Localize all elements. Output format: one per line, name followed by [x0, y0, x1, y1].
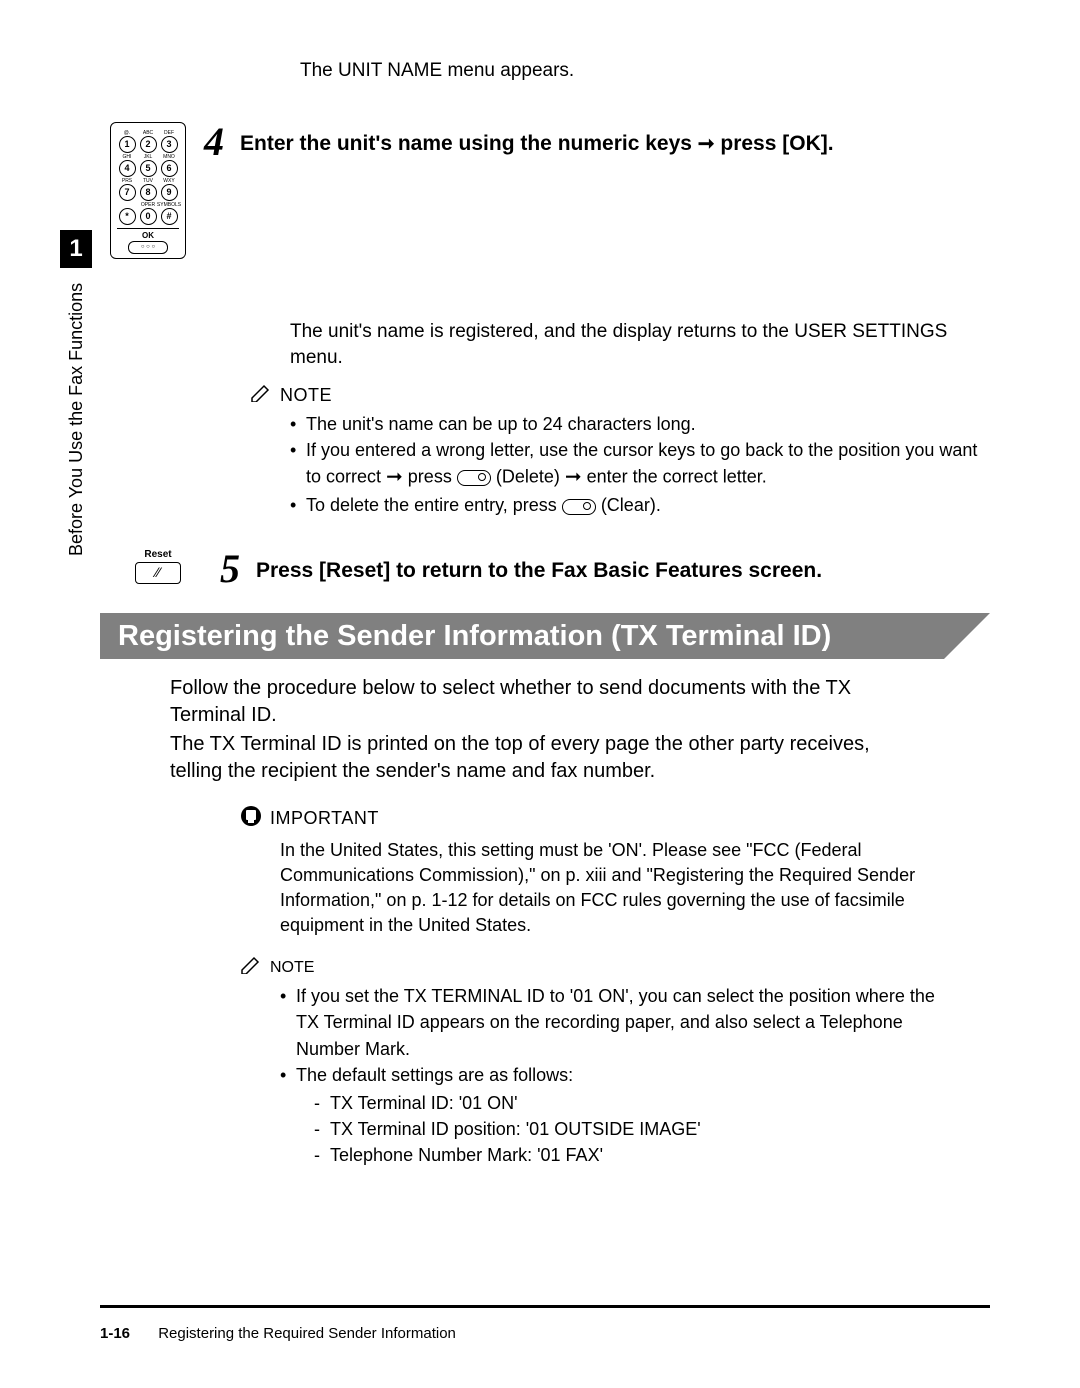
section-heading: Registering the Sender Information (TX T…	[100, 613, 990, 659]
delete-key-icon	[457, 470, 491, 486]
note-1-list: The unit's name can be up to 24 characte…	[290, 411, 990, 518]
note-item: If you set the TX TERMINAL ID to '01 ON'…	[280, 983, 940, 1061]
side-tab: 1 Before You Use the Fax Functions	[60, 230, 88, 570]
chapter-label: Before You Use the Fax Functions	[60, 276, 92, 556]
page-number: 1-16	[100, 1325, 130, 1342]
sub-item: TX Terminal ID position: '01 OUTSIDE IMA…	[314, 1116, 940, 1142]
step-5: Reset ⁄⁄ 5 Press [Reset] to return to th…	[130, 549, 990, 589]
reset-illustration: Reset ⁄⁄	[130, 549, 186, 584]
important-body: In the United States, this setting must …	[280, 838, 940, 939]
arrow-icon: ➞	[386, 463, 403, 492]
step-4: @.1 ABC2 DEF3 GHI4 JKL5 MNO6 PRS7 TUV8 W…	[110, 122, 990, 259]
step-4-result: The unit's name is registered, and the d…	[290, 319, 990, 370]
reset-label: Reset	[130, 549, 186, 560]
note-item: To delete the entire entry, press (Clear…	[290, 492, 990, 518]
note-item: If you entered a wrong letter, use the c…	[290, 437, 990, 492]
note-item: The default settings are as follows: TX …	[280, 1062, 940, 1168]
note-label: NOTE	[280, 385, 332, 406]
sub-item: Telephone Number Mark: '01 FAX'	[314, 1142, 940, 1168]
section-paragraph-1: Follow the procedure below to select whe…	[170, 675, 920, 729]
step-5-number: 5	[220, 549, 240, 589]
pencil-icon	[240, 956, 262, 979]
note-1-header: NOTE	[250, 384, 990, 407]
keypad-illustration: @.1 ABC2 DEF3 GHI4 JKL5 MNO6 PRS7 TUV8 W…	[110, 122, 186, 259]
ok-label: OK	[117, 228, 179, 240]
page-footer: 1-16 Registering the Required Sender Inf…	[100, 1325, 456, 1342]
sub-item: TX Terminal ID: '01 ON'	[314, 1090, 940, 1116]
chapter-number: 1	[60, 230, 92, 268]
note-label: NOTE	[270, 959, 314, 977]
note-item: The unit's name can be up to 24 characte…	[290, 411, 990, 437]
pencil-icon	[250, 384, 272, 407]
important-label: IMPORTANT	[270, 808, 379, 829]
step-4-number: 4	[204, 122, 224, 162]
arrow-icon: ➞	[565, 463, 582, 492]
important-header: IMPORTANT	[240, 805, 990, 832]
important-icon	[240, 805, 262, 832]
arrow-icon: ➞	[698, 131, 715, 157]
footer-rule	[100, 1305, 990, 1308]
banner-decoration	[944, 613, 990, 659]
reset-button-illustration: ⁄⁄	[135, 562, 181, 584]
section-title: Registering the Sender Information (TX T…	[100, 613, 944, 659]
footer-title: Registering the Required Sender Informat…	[158, 1325, 456, 1342]
step-5-heading: Press [Reset] to return to the Fax Basic…	[256, 549, 822, 584]
intro-text: The UNIT NAME menu appears.	[300, 60, 990, 82]
page: The UNIT NAME menu appears. 1 Before You…	[0, 0, 1080, 1388]
section-paragraph-2: The TX Terminal ID is printed on the top…	[170, 731, 920, 785]
note-2-header: NOTE	[240, 956, 990, 979]
note-2-list: If you set the TX TERMINAL ID to '01 ON'…	[280, 983, 940, 1168]
step-4-heading: Enter the unit's name using the numeric …	[240, 122, 834, 157]
clear-key-icon	[562, 499, 596, 515]
ok-button-illustration: ○ ○ ○	[128, 241, 168, 254]
